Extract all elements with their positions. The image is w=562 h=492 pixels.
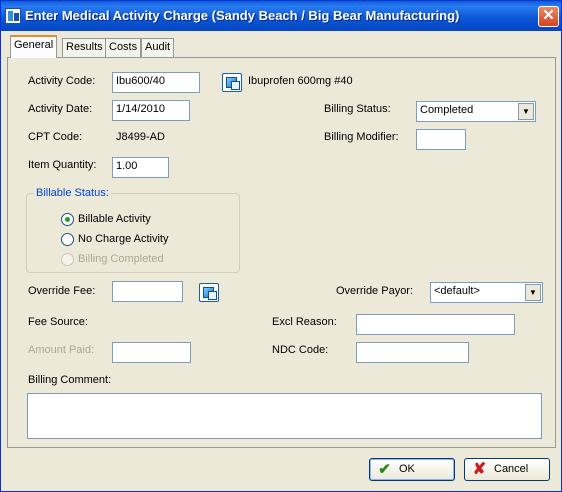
billing-status-label: Billing Status: [324,103,391,115]
activity-code-description: Ibuprofen 600mg #40 [248,75,353,87]
override-payor-label: Override Payor: [336,285,414,297]
ndc-code-label: NDC Code: [272,344,329,356]
excl-reason-label: Excl Reason: [272,316,337,328]
billable-status-title: Billable Status: [34,187,111,199]
dialog-window: Enter Medical Activity Charge (Sandy Bea… [0,0,562,492]
fee-source-label: Fee Source: [28,316,88,328]
chevron-down-icon[interactable]: ▼ [525,284,541,301]
close-icon[interactable]: ✕ [538,6,559,27]
billing-completed-radio [61,253,74,266]
checkmark-icon: ✔ [378,461,391,478]
amount-paid-label: Amount Paid: [28,344,95,356]
billable-status-group: Billable Status: Billable Activity No Ch… [26,187,240,273]
cancel-button-label: Cancel [494,463,529,475]
activity-date-field[interactable]: 1/14/2010 [112,100,190,121]
override-fee-field[interactable] [112,281,183,302]
no-charge-activity-label[interactable]: No Charge Activity [78,233,168,245]
billing-modifier-field[interactable] [416,129,466,150]
cancel-button[interactable]: ✘ Cancel [464,458,550,481]
fee-lookup-icon[interactable] [199,283,219,302]
override-payor-select[interactable]: <default> ▼ [430,282,543,303]
billing-modifier-label: Billing Modifier: [324,131,399,143]
tab-strip: General Results Costs Audit [1,35,561,58]
tab-audit[interactable]: Audit [141,38,175,57]
x-icon: ✘ [472,461,487,478]
billing-status-select[interactable]: Completed ▼ [416,101,536,122]
cpt-code-label: CPT Code: [28,131,83,143]
tab-general[interactable]: General [10,35,58,58]
title-bar[interactable]: Enter Medical Activity Charge (Sandy Bea… [1,1,561,31]
amount-paid-field [112,342,191,363]
no-charge-activity-radio[interactable] [61,233,74,246]
chevron-down-icon[interactable]: ▼ [518,103,534,120]
ndc-code-field[interactable] [356,342,469,363]
item-quantity-field[interactable]: 1.00 [112,157,169,178]
item-quantity-label: Item Quantity: [28,159,97,171]
window-title: Enter Medical Activity Charge (Sandy Bea… [25,8,460,23]
billable-activity-label[interactable]: Billable Activity [78,213,151,225]
billing-comment-textarea[interactable] [27,393,542,439]
ok-button[interactable]: ✔ OK [369,458,455,481]
cpt-code-value: J8499-AD [116,131,165,143]
activity-code-label: Activity Code: [28,75,96,87]
override-payor-value: <default> [434,285,480,297]
excl-reason-field[interactable] [356,314,515,335]
billing-status-value: Completed [420,104,474,116]
activity-date-label: Activity Date: [28,103,93,115]
tab-costs[interactable]: Costs [105,38,142,57]
billable-activity-radio[interactable] [61,213,74,226]
override-fee-label: Override Fee: [28,285,96,297]
general-tab-panel: Activity Code: Ibu600/40 Ibuprofen 600mg… [7,57,556,448]
ok-button-label: OK [399,463,415,475]
activity-code-field[interactable]: Ibu600/40 [112,72,200,93]
billing-completed-label: Billing Completed [78,253,164,265]
billing-comment-label: Billing Comment: [28,374,112,386]
app-icon [5,8,21,24]
activity-lookup-icon[interactable] [222,73,242,92]
tab-results[interactable]: Results [62,38,107,57]
